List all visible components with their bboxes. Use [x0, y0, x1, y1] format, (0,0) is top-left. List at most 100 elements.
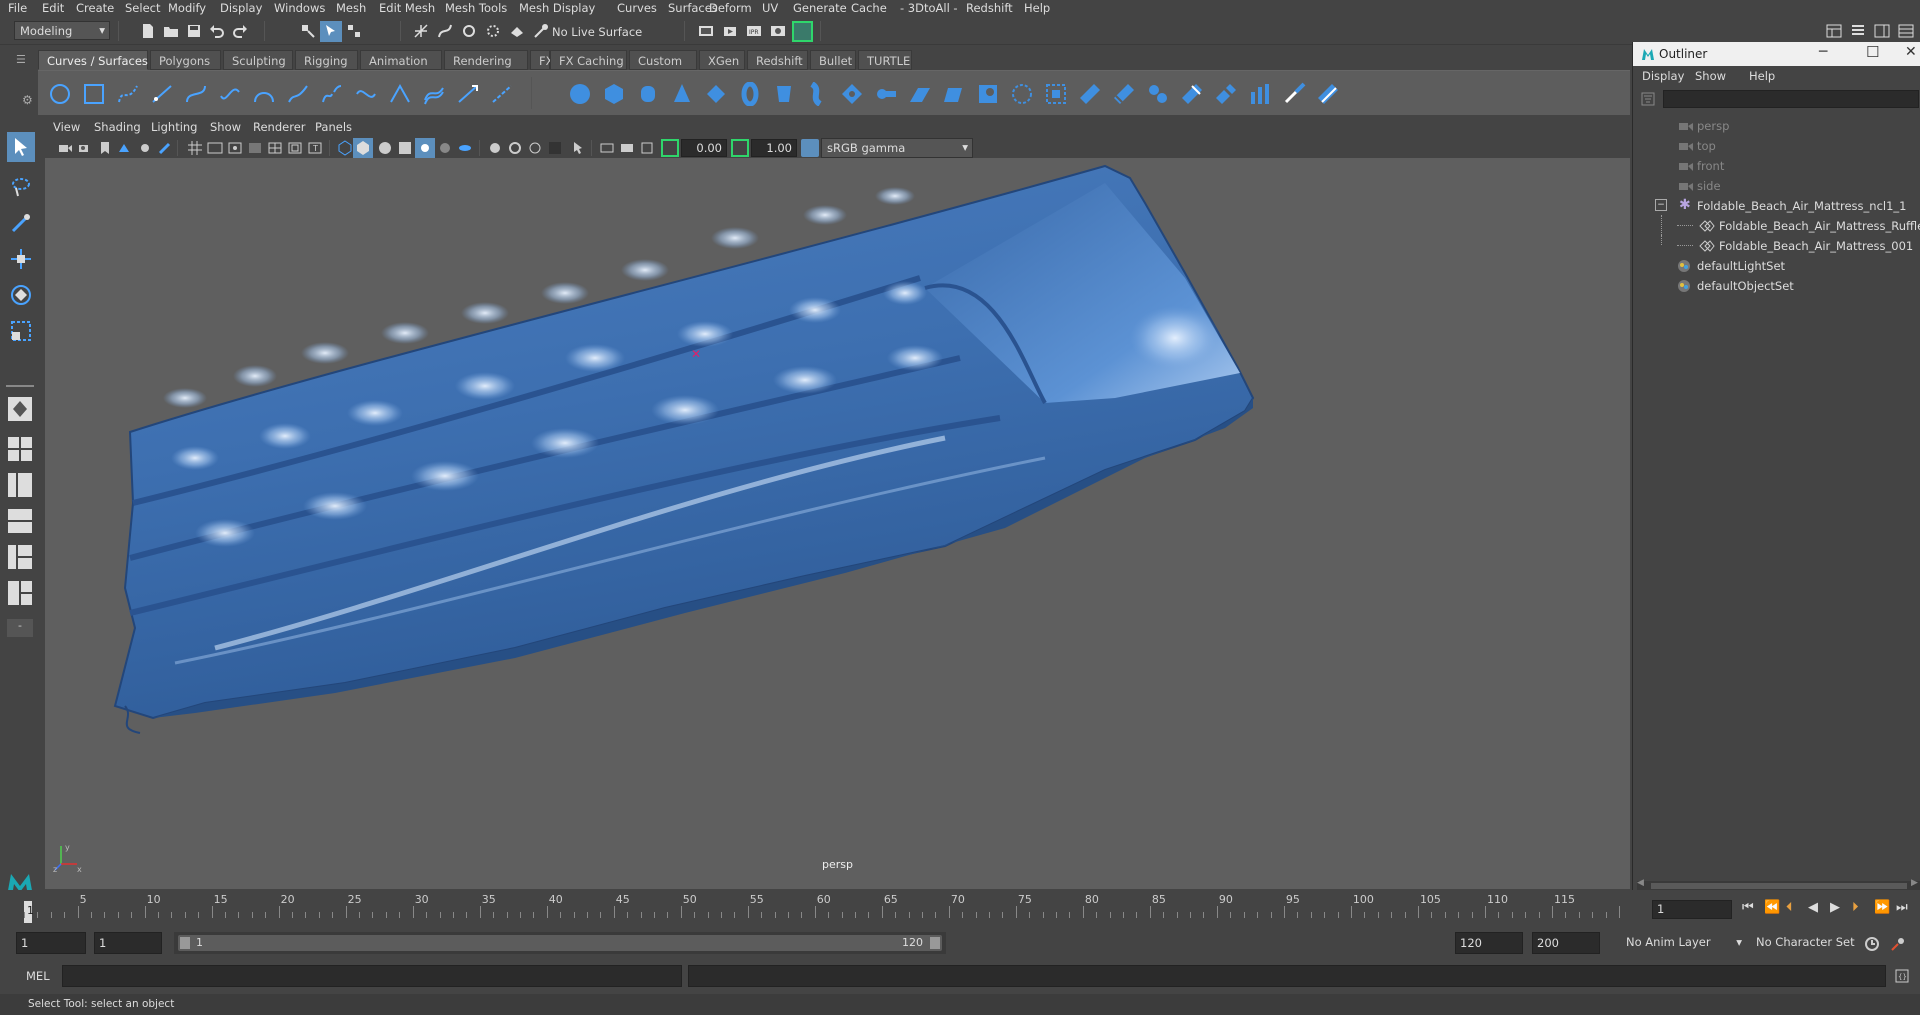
menu-mesh-tools[interactable]: Mesh Tools	[445, 1, 507, 15]
menu-curves[interactable]: Curves	[617, 1, 657, 15]
shelf-tab-custom[interactable]: Custom	[629, 50, 697, 70]
command-input[interactable]	[62, 965, 682, 987]
extend-curve-icon[interactable]	[388, 82, 412, 106]
outliner-filter-icon[interactable]	[1641, 92, 1655, 106]
bookmark-icon[interactable]	[97, 140, 113, 156]
rebuild-curve-icon[interactable]	[490, 82, 514, 106]
outliner-menu-help[interactable]: Help	[1749, 69, 1775, 83]
redo-icon[interactable]	[232, 23, 248, 39]
play-backwards-icon[interactable]: ◀	[1808, 900, 1818, 915]
persp-viewport[interactable]: ✕ y x z persp	[45, 158, 1630, 889]
backface-culling-icon[interactable]	[639, 140, 655, 156]
new-scene-icon[interactable]	[140, 23, 156, 39]
square-surface-icon[interactable]	[976, 82, 1000, 106]
scroll-left-icon[interactable]: ◀	[1637, 878, 1644, 888]
single-perspective-layout-icon[interactable]	[7, 396, 33, 422]
move-tool-icon[interactable]	[10, 248, 32, 270]
menu-mesh-display[interactable]: Mesh Display	[519, 1, 595, 15]
persp-graph-layout-icon[interactable]	[7, 508, 33, 534]
playback-start-field[interactable]: 1	[94, 932, 162, 954]
shelf-tab-xgen[interactable]: XGen	[699, 50, 745, 70]
reverse-curve-icon[interactable]	[456, 82, 480, 106]
shelf-tab-turtle[interactable]: TURTLE	[858, 50, 912, 70]
menu-display[interactable]: Display	[220, 1, 262, 15]
animation-preferences-icon[interactable]	[1890, 936, 1906, 952]
ipr-render-icon[interactable]: IPR	[746, 23, 762, 39]
step-forward-key-icon[interactable]: ⏵	[1852, 900, 1859, 915]
menu-cache[interactable]: Cache	[851, 1, 887, 15]
live-surface-field[interactable]: No Live Surface	[552, 21, 662, 42]
menu-create[interactable]: Create	[76, 1, 114, 15]
screen-space-ao-icon[interactable]	[457, 140, 473, 156]
range-start-handle[interactable]	[180, 937, 190, 949]
menu-deform[interactable]: Deform	[709, 1, 752, 15]
nurbs-cylinder-icon[interactable]	[636, 82, 660, 106]
script-language-toggle[interactable]: MEL	[16, 964, 60, 988]
shadows-icon[interactable]	[437, 140, 453, 156]
range-end-handle[interactable]	[930, 937, 940, 949]
range-slider-thumb[interactable]: 1 120	[178, 935, 942, 951]
resolution-gate-icon[interactable]	[227, 140, 243, 156]
hypershade-persp-layout-icon[interactable]	[7, 544, 33, 570]
gamma-field[interactable]: 1.00	[751, 139, 797, 157]
snap-projected-center-icon[interactable]	[485, 23, 501, 39]
cv-curve-tool-icon[interactable]	[116, 82, 140, 106]
outliner-item[interactable]: Foldable_Beach_Air_Mattress_Ruffles	[1633, 215, 1920, 236]
depth-of-field-icon[interactable]	[527, 140, 543, 156]
shelf-tab-polygons[interactable]: Polygons	[150, 50, 221, 70]
color-management-icon[interactable]	[801, 139, 819, 157]
bezier-curve-tool-icon[interactable]	[184, 82, 208, 106]
menu-windows[interactable]: Windows	[274, 1, 325, 15]
detach-surfaces-icon[interactable]	[1214, 82, 1238, 106]
menu-generate[interactable]: Generate	[793, 1, 847, 15]
field-chart-icon[interactable]	[267, 140, 283, 156]
multisample-aa-icon[interactable]	[507, 140, 523, 156]
step-back-icon[interactable]: ⏪	[1764, 900, 1780, 915]
shelf-tab-redshift[interactable]: Redshift	[747, 50, 808, 70]
playback-end-field[interactable]: 120	[1455, 932, 1523, 954]
offset-curve-icon[interactable]	[422, 82, 446, 106]
motion-blur-icon[interactable]	[487, 140, 503, 156]
shelf-tab-rigging[interactable]: Rigging	[295, 50, 358, 70]
collapse-icon[interactable]: −	[1655, 199, 1667, 211]
range-slider[interactable]: 1 120	[174, 932, 946, 954]
make-live-icon[interactable]	[533, 23, 549, 39]
safe-title-icon[interactable]: T	[307, 140, 323, 156]
extrude-icon[interactable]	[874, 82, 898, 106]
nurbs-square-icon[interactable]	[82, 82, 106, 106]
xray-joints-icon[interactable]	[599, 140, 615, 156]
bevel-plus-icon[interactable]	[1010, 82, 1034, 106]
step-forward-icon[interactable]: ⏩	[1874, 900, 1890, 915]
time-slider[interactable]: 1 1 ⏮ ⏪ ⏴ ◀ ▶ ⏵ ⏩ ⏭ 5 10 15 20 25 30 35 40 45 50 5…	[0, 890, 1920, 926]
character-set-dropdown[interactable]: No Character Set	[1752, 932, 1864, 954]
select-component-icon[interactable]	[346, 23, 362, 39]
attach-curves-icon[interactable]	[286, 82, 310, 106]
select-by-hierarchy-icon[interactable]	[300, 23, 316, 39]
grid-icon[interactable]	[187, 140, 203, 156]
nurbs-circle-icon[interactable]	[48, 82, 72, 106]
workspace-icon[interactable]	[1826, 23, 1842, 39]
menu-modify[interactable]: Modify	[168, 1, 206, 15]
scroll-right-icon[interactable]: ▶	[1911, 878, 1918, 888]
grease-pencil-icon[interactable]	[157, 140, 173, 156]
outliner-item[interactable]: Foldable_Beach_Air_Mattress_001	[1633, 235, 1920, 256]
shelf-tab-fx-caching[interactable]: FX Caching	[550, 50, 627, 70]
viewport-menu-panels[interactable]: Panels	[315, 120, 352, 134]
untrim-icon[interactable]	[1146, 82, 1170, 106]
shelf-tab-animation[interactable]: Animation	[360, 50, 442, 70]
detach-curves-icon[interactable]	[320, 82, 344, 106]
loft-icon[interactable]	[806, 82, 830, 106]
gate-mask-icon[interactable]	[247, 140, 263, 156]
safe-action-icon[interactable]	[287, 140, 303, 156]
birail-icon[interactable]	[908, 82, 932, 106]
hypershade-icon[interactable]	[792, 21, 813, 42]
menu-edit[interactable]: Edit	[42, 1, 64, 15]
snap-point-icon[interactable]	[461, 23, 477, 39]
nurbs-plane-icon[interactable]	[704, 82, 728, 106]
animation-end-field[interactable]: 200	[1532, 932, 1600, 954]
pencil-curve-tool-icon[interactable]	[218, 82, 242, 106]
go-to-end-icon[interactable]: ⏭	[1896, 900, 1908, 915]
nurbs-cone-icon[interactable]	[670, 82, 694, 106]
menu-select[interactable]: Select	[125, 1, 160, 15]
render-settings-icon[interactable]	[770, 23, 786, 39]
